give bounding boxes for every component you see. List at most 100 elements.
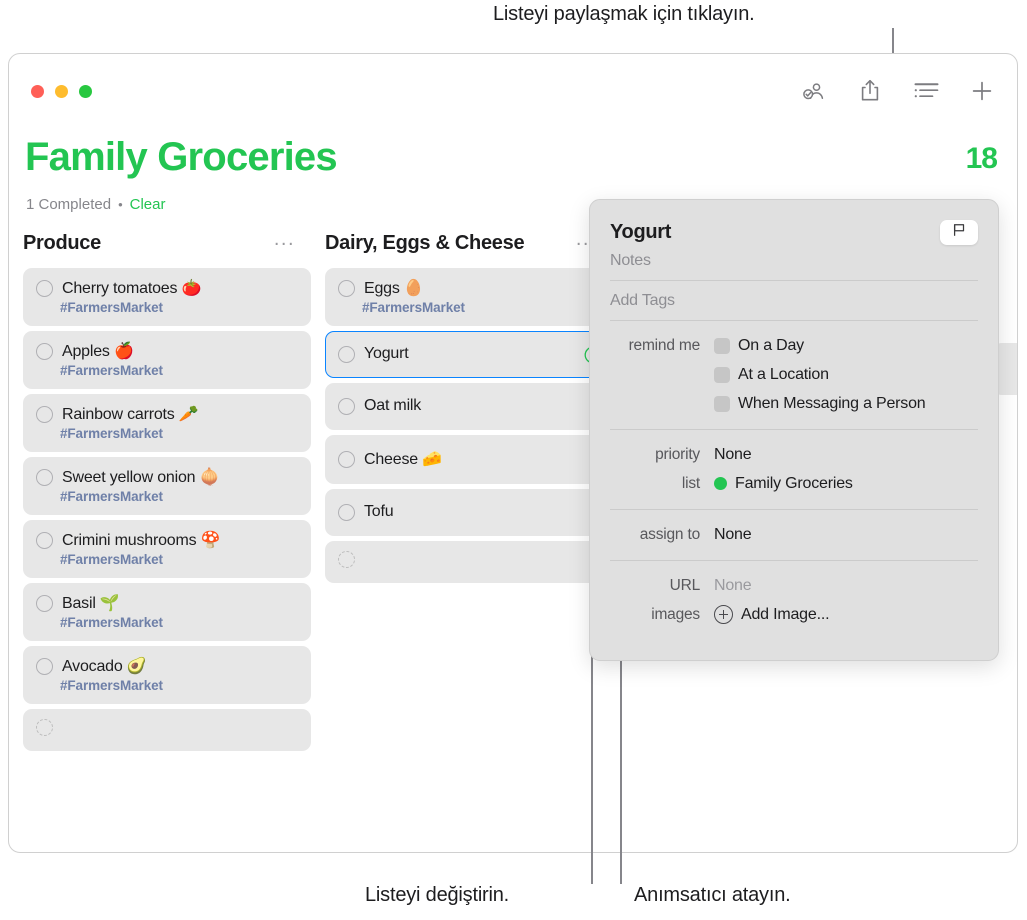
complete-circle[interactable] bbox=[36, 342, 53, 360]
window-traffic-lights bbox=[31, 85, 92, 98]
list-item[interactable]: Cherry tomatoes 🍅 #FarmersMarket bbox=[23, 268, 311, 326]
complete-circle[interactable] bbox=[338, 503, 355, 521]
list-item[interactable]: Eggs 🥚 #FarmersMarket bbox=[325, 268, 613, 326]
on-a-day-checkbox[interactable] bbox=[714, 337, 730, 354]
share-icon[interactable] bbox=[857, 78, 883, 104]
assign-to-group: assign to None bbox=[610, 510, 978, 561]
list-value[interactable]: Family Groceries bbox=[735, 475, 853, 493]
item-title: Cheese 🧀 bbox=[364, 451, 442, 468]
remind-me-group: remind me On a Day At a Location When Me… bbox=[610, 321, 978, 430]
on-a-day-label: On a Day bbox=[738, 336, 804, 354]
remind-me-label: remind me bbox=[628, 336, 701, 354]
images-label: images bbox=[651, 605, 700, 623]
item-title: Rainbow carrots 🥕 bbox=[62, 406, 199, 423]
column-header: Produce ... bbox=[23, 226, 311, 260]
item-title: Crimini mushrooms 🍄 bbox=[62, 532, 221, 549]
list-item[interactable]: Sweet yellow onion 🧅 #FarmersMarket bbox=[23, 457, 311, 515]
complete-circle[interactable] bbox=[36, 468, 53, 486]
add-image-label[interactable]: Add Image... bbox=[741, 606, 830, 624]
item-tag[interactable]: #FarmersMarket bbox=[60, 615, 298, 630]
item-tag[interactable]: #FarmersMarket bbox=[60, 300, 298, 315]
new-item-circle[interactable] bbox=[36, 719, 53, 736]
item-tag[interactable]: #FarmersMarket bbox=[60, 552, 298, 567]
add-reminder-icon[interactable] bbox=[969, 78, 995, 104]
list-view-icon[interactable] bbox=[913, 78, 939, 104]
reminders-window: 18 Family Groceries 1 Completed • Clear … bbox=[8, 53, 1018, 853]
new-item-row[interactable] bbox=[23, 709, 311, 751]
new-item-circle[interactable] bbox=[338, 551, 355, 568]
list-item[interactable]: Avocado 🥑 #FarmersMarket bbox=[23, 646, 311, 704]
item-title: Oat milk bbox=[364, 397, 422, 414]
complete-circle[interactable] bbox=[36, 531, 53, 549]
complete-circle[interactable] bbox=[338, 450, 355, 468]
complete-circle[interactable] bbox=[36, 405, 53, 423]
item-title: Tofu bbox=[364, 503, 394, 520]
close-button[interactable] bbox=[31, 85, 44, 98]
minimize-button[interactable] bbox=[55, 85, 68, 98]
remind-me-when-messaging-row[interactable]: When Messaging a Person bbox=[610, 389, 978, 418]
new-item-row[interactable] bbox=[325, 541, 613, 583]
item-tag[interactable]: #FarmersMarket bbox=[362, 300, 600, 315]
column-title: Dairy, Eggs & Cheese bbox=[325, 231, 525, 254]
item-tag[interactable]: #FarmersMarket bbox=[60, 489, 298, 504]
callout-assign-reminder-text: Anımsatıcı atayın. bbox=[634, 884, 791, 906]
complete-circle[interactable] bbox=[36, 657, 53, 675]
images-row[interactable]: images Add Image... bbox=[610, 600, 978, 629]
list-item-selected[interactable]: Yogurt bbox=[325, 331, 613, 378]
zoom-button[interactable] bbox=[79, 85, 92, 98]
complete-circle[interactable] bbox=[338, 279, 355, 297]
notes-field[interactable]: Notes bbox=[610, 245, 978, 281]
item-tag[interactable]: #FarmersMarket bbox=[60, 678, 298, 693]
at-a-location-checkbox[interactable] bbox=[714, 366, 730, 383]
toolbar bbox=[801, 78, 995, 104]
item-title: Yogurt bbox=[364, 345, 409, 362]
item-title: Sweet yellow onion 🧅 bbox=[62, 469, 220, 486]
priority-list-group: priority None list Family Groceries bbox=[610, 430, 978, 510]
column-produce: Produce ... Cherry tomatoes 🍅 #FarmersMa… bbox=[23, 226, 311, 852]
column-more-button[interactable]: ... bbox=[274, 229, 295, 252]
list-row[interactable]: list Family Groceries bbox=[610, 469, 978, 498]
complete-circle[interactable] bbox=[338, 345, 355, 363]
priority-value[interactable]: None bbox=[714, 446, 752, 464]
complete-circle[interactable] bbox=[338, 397, 355, 415]
item-title: Basil 🌱 bbox=[62, 595, 120, 612]
column-rows: Cherry tomatoes 🍅 #FarmersMarket Apples … bbox=[23, 268, 311, 751]
list-item[interactable]: Basil 🌱 #FarmersMarket bbox=[23, 583, 311, 641]
list-item[interactable]: Tofu bbox=[325, 489, 613, 536]
assign-to-value[interactable]: None bbox=[714, 526, 752, 544]
callout-change-list-text: Listeyi değiştirin. bbox=[365, 884, 510, 906]
assigned-reminders-icon[interactable] bbox=[801, 78, 827, 104]
column-header: Dairy, Eggs & Cheese ... bbox=[325, 226, 613, 260]
add-image-icon[interactable] bbox=[714, 605, 733, 624]
hidden-reminder-count: 18 bbox=[965, 142, 998, 175]
clear-button[interactable]: Clear bbox=[130, 196, 166, 213]
separator-dot: • bbox=[118, 197, 123, 212]
tags-field[interactable]: Add Tags bbox=[610, 281, 978, 321]
list-item[interactable]: Cheese 🧀 bbox=[325, 435, 613, 484]
list-item[interactable]: Apples 🍎 #FarmersMarket bbox=[23, 331, 311, 389]
item-title: Cherry tomatoes 🍅 bbox=[62, 280, 202, 297]
remind-me-at-a-location-row[interactable]: At a Location bbox=[610, 360, 978, 389]
list-item[interactable]: Rainbow carrots 🥕 #FarmersMarket bbox=[23, 394, 311, 452]
item-tag[interactable]: #FarmersMarket bbox=[60, 363, 298, 378]
completed-summary: 1 Completed • Clear bbox=[26, 196, 165, 213]
item-tag[interactable]: #FarmersMarket bbox=[60, 426, 298, 441]
column-title: Produce bbox=[23, 231, 101, 254]
column-rows: Eggs 🥚 #FarmersMarket Yogurt Oat milk Ch… bbox=[325, 268, 613, 583]
remind-me-on-a-day-row[interactable]: remind me On a Day bbox=[610, 331, 978, 360]
list-item[interactable]: Oat milk bbox=[325, 383, 613, 430]
popover-header: Yogurt bbox=[610, 200, 978, 245]
flag-button[interactable] bbox=[940, 220, 978, 245]
url-value[interactable]: None bbox=[714, 577, 752, 595]
item-title: Apples 🍎 bbox=[62, 343, 134, 360]
when-messaging-checkbox[interactable] bbox=[714, 395, 730, 412]
list-item[interactable]: Crimini mushrooms 🍄 #FarmersMarket bbox=[23, 520, 311, 578]
url-row[interactable]: URL None bbox=[610, 571, 978, 600]
assign-to-row[interactable]: assign to None bbox=[610, 520, 978, 549]
complete-circle[interactable] bbox=[36, 594, 53, 612]
when-messaging-label: When Messaging a Person bbox=[738, 394, 926, 412]
completed-count: 1 Completed bbox=[26, 196, 112, 213]
reminder-detail-popover: Yogurt Notes Add Tags remind me On a Day… bbox=[589, 199, 999, 661]
priority-row[interactable]: priority None bbox=[610, 440, 978, 469]
complete-circle[interactable] bbox=[36, 279, 53, 297]
